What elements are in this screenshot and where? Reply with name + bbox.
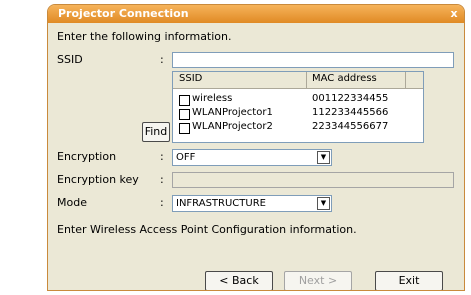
column-mac-address[interactable]: MAC address (312, 73, 377, 84)
mode-colon: : (160, 196, 164, 209)
close-icon[interactable]: x (447, 7, 461, 20)
exit-button[interactable]: Exit (375, 271, 443, 290)
network-mac: 223344556677 (312, 121, 389, 132)
chevron-down-icon[interactable]: ▼ (317, 197, 330, 210)
network-ssid[interactable]: wireless (192, 93, 232, 104)
network-checkbox-wlanprojector2[interactable] (179, 123, 190, 134)
find-button[interactable]: Find (142, 122, 170, 142)
mode-select[interactable]: INFRASTRUCTURE ▼ (172, 195, 332, 212)
mode-label: Mode (57, 196, 87, 209)
encryption-select[interactable]: OFF ▼ (172, 149, 332, 166)
next-button: Next > (284, 271, 352, 290)
ssid-colon: : (160, 53, 164, 66)
network-list-header: SSID MAC address (173, 72, 423, 89)
mode-value: INFRASTRUCTURE (176, 198, 266, 209)
network-mac: 112233445566 (312, 107, 389, 118)
network-ssid[interactable]: WLANProjector1 (192, 107, 273, 118)
ssid-label: SSID (57, 53, 83, 66)
projector-connection-window: Projector Connection x Enter the followi… (47, 4, 465, 291)
title-bar: Projector Connection x (48, 5, 464, 23)
encryption-label: Encryption (57, 150, 117, 163)
chevron-down-icon[interactable]: ▼ (317, 151, 330, 164)
encryption-colon: : (160, 150, 164, 163)
encryption-key-input (172, 172, 454, 188)
footer-instruction: Enter Wireless Access Point Configuratio… (57, 223, 357, 236)
network-checkbox-wireless[interactable] (179, 95, 190, 106)
network-list[interactable]: SSID MAC address wireless 001122334455 W… (172, 71, 424, 143)
encryption-key-colon: : (160, 173, 164, 186)
encryption-value: OFF (176, 152, 196, 163)
ssid-input[interactable] (172, 52, 454, 68)
network-mac: 001122334455 (312, 93, 389, 104)
window-title: Projector Connection (58, 7, 189, 20)
instruction-text: Enter the following information. (57, 30, 232, 43)
encryption-key-label: Encryption key (57, 173, 139, 186)
column-ssid[interactable]: SSID (179, 73, 202, 84)
network-checkbox-wlanprojector1[interactable] (179, 109, 190, 120)
back-button[interactable]: < Back (205, 271, 273, 290)
network-ssid[interactable]: WLANProjector2 (192, 121, 273, 132)
